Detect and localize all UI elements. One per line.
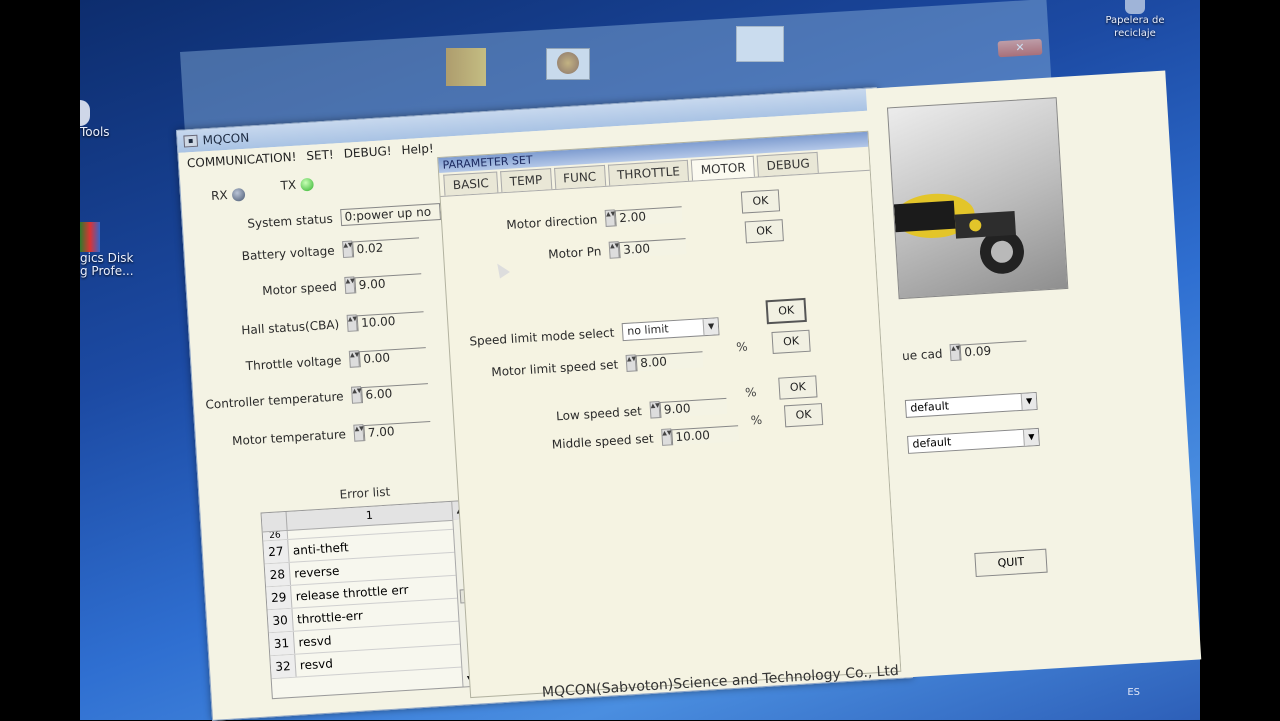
speed-limit-mode-select[interactable]: no limit ▼ — [621, 317, 720, 342]
speed-limit-mode-ok-button[interactable]: OK — [765, 297, 807, 325]
motor-speed-label: Motor speed — [261, 278, 338, 298]
low-speed-field[interactable]: 9.00 — [659, 397, 728, 418]
tx-led-icon — [299, 177, 314, 192]
quit-button[interactable]: QUIT — [974, 548, 1048, 578]
speed-limit-mode-row: Speed limit mode select no limit ▼ — [469, 317, 720, 350]
low-speed-percent: % — [744, 385, 757, 400]
middle-speed-field[interactable]: 10.00 — [671, 424, 739, 445]
error-list-title: Error list — [339, 484, 391, 502]
mqcon-window: ▪ MQCON COMMUNICATION! SET! DEBUG! Help!… — [176, 70, 1202, 721]
low-speed-row: Low speed set ▲▼ 9.00 — [556, 397, 728, 424]
throttle-voltage-field[interactable]: 0.00 — [358, 346, 427, 367]
hall-status-label: Hall status(CBA) — [240, 316, 340, 337]
middle-speed-ok-button[interactable]: OK — [783, 403, 824, 428]
motor-limit-speed-field[interactable]: 8.00 — [635, 350, 704, 371]
middle-speed-percent: % — [750, 412, 763, 428]
recycle-bin-desktop-icon[interactable]: Papelera de reciclaje — [1100, 0, 1170, 40]
motor-temperature-field[interactable]: 7.00 — [363, 420, 432, 441]
low-speed-label: Low speed set — [555, 403, 643, 423]
throttle-voltage-row: Throttle voltage ▲▼ 0.00 — [221, 346, 427, 375]
tray-language[interactable]: ES — [1127, 687, 1140, 698]
motor-pn-ok-button[interactable]: OK — [744, 219, 784, 244]
motor-pn-label: Motor Pn — [547, 243, 602, 261]
chevron-down-icon[interactable]: ▼ — [702, 318, 719, 336]
battery-voltage-field[interactable]: 0.02 — [352, 236, 420, 257]
tab-temp[interactable]: TEMP — [500, 168, 552, 193]
middle-speed-row: Middle speed set ▲▼ 10.00 — [551, 424, 739, 452]
motor-direction-ok-button[interactable]: OK — [740, 189, 781, 214]
tab-motor[interactable]: MOTOR — [691, 155, 756, 181]
tab-debug[interactable]: DEBUG — [756, 151, 820, 177]
tab-throttle[interactable]: THROTTLE — [607, 159, 690, 186]
controller-temperature-label: Controller temperature — [205, 388, 344, 412]
controller-temperature-field[interactable]: 6.00 — [361, 382, 429, 403]
app-icon: ▪ — [183, 134, 199, 148]
system-status-label: System status — [246, 211, 334, 231]
battery-voltage-label: Battery voltage — [241, 243, 336, 263]
right-panel: ue cad ▲▼ 0.09 default ▼ default ▼ QUIT — [865, 70, 1202, 678]
tools-icon — [80, 100, 90, 126]
motor-direction-field[interactable]: 2.00 — [614, 205, 683, 226]
rx-label: RX — [210, 187, 229, 203]
system-status-row: System status 0:power up no — [222, 203, 441, 233]
speed-limit-mode-label: Speed limit mode select — [469, 325, 615, 349]
hall-status-field[interactable]: 10.00 — [356, 310, 425, 331]
motor-pn-row: Motor Pn ▲▼ 3.00 — [548, 237, 687, 262]
controller-temperature-row: Controller temperature ▲▼ 6.00 — [193, 382, 429, 413]
hall-status-row: Hall status(CBA) ▲▼ 10.00 — [219, 310, 425, 339]
motor-limit-speed-ok-button[interactable]: OK — [771, 329, 811, 354]
right-dropdown-2[interactable]: default ▼ — [907, 425, 1040, 454]
status-panel: RX TX System status 0:power up no Batter… — [180, 162, 482, 717]
motor-direction-label: Motor direction — [505, 211, 598, 232]
motor-pn-field[interactable]: 3.00 — [618, 237, 687, 258]
motor-direction-row: Motor direction ▲▼ 2.00 — [506, 205, 683, 233]
scooter-image-icon — [893, 193, 1024, 274]
throttle-voltage-label: Throttle voltage — [245, 352, 342, 373]
disk-app-icon — [80, 222, 100, 252]
scooter-photo — [886, 97, 1069, 300]
rx-led-icon — [231, 187, 245, 202]
menu-communication[interactable]: COMMUNICATION! — [187, 150, 297, 171]
window-title: MQCON — [202, 130, 250, 148]
motor-speed-field[interactable]: 9.00 — [354, 272, 423, 293]
right-partial-field[interactable]: 0.09 — [959, 339, 1028, 361]
tx-label: TX — [280, 177, 297, 193]
tab-basic[interactable]: BASIC — [443, 171, 499, 196]
chevron-down-icon[interactable]: ▼ — [1020, 393, 1037, 410]
error-list-table[interactable]: 1 ▲ 26 27 anti-theft 28 reverse 29 relea… — [260, 499, 479, 700]
motor-temperature-row: Motor temperature ▲▼ 7.00 — [226, 420, 432, 449]
menu-help[interactable]: Help! — [401, 141, 434, 157]
motor-speed-row: Motor speed ▲▼ 9.00 — [217, 272, 423, 301]
tx-indicator: TX — [280, 177, 314, 193]
right-partial-label: ue cad — [901, 346, 943, 363]
disk-desktop-icon[interactable]: gics Disk g Profe... — [80, 222, 150, 278]
low-speed-ok-button[interactable]: OK — [778, 375, 818, 400]
motor-limit-speed-row: Motor limit speed set ▲▼ 8.00 — [491, 350, 704, 380]
chevron-down-icon[interactable]: ▼ — [1022, 428, 1039, 446]
parameter-set-panel: PARAMETER SET BASIC TEMP FUNC THROTTLE M… — [437, 130, 902, 699]
recycle-bin-icon — [1125, 0, 1145, 14]
rx-indicator: RX — [211, 187, 245, 203]
right-dropdown-1[interactable]: default ▼ — [904, 389, 1038, 418]
motor-limit-speed-percent: % — [735, 339, 749, 355]
menu-set[interactable]: SET! — [306, 147, 334, 163]
system-status-field[interactable]: 0:power up no — [340, 203, 441, 227]
mouse-cursor-icon — [492, 260, 510, 279]
middle-speed-label: Middle speed set — [551, 430, 654, 452]
tab-func[interactable]: FUNC — [553, 164, 606, 189]
motor-limit-speed-label: Motor limit speed set — [490, 356, 619, 379]
tools-desktop-icon[interactable]: Tools — [80, 100, 140, 139]
menu-debug[interactable]: DEBUG! — [343, 144, 392, 161]
battery-voltage-row: Battery voltage ▲▼ 0.02 — [214, 236, 420, 265]
motor-temperature-label: Motor temperature — [231, 426, 347, 448]
right-partial-row: ue cad ▲▼ 0.09 — [902, 339, 1028, 364]
